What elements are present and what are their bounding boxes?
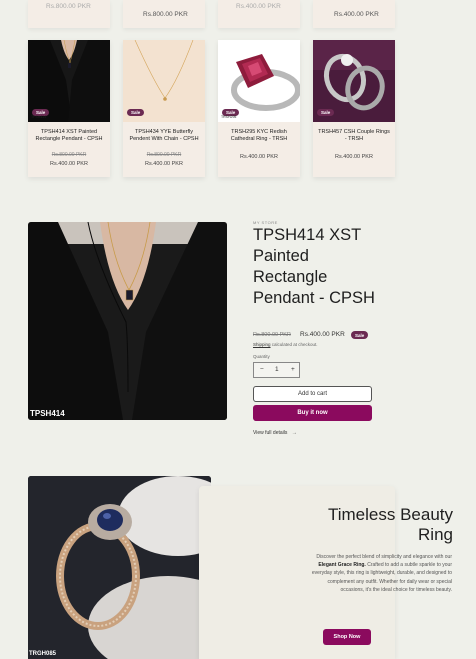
sale-badge: Sale xyxy=(317,109,335,116)
shipping-text: calculated at checkout. xyxy=(270,342,318,347)
banner-image: TRGH085 xyxy=(28,476,211,659)
view-details-link[interactable]: View full details → xyxy=(253,430,297,436)
product-code: TPSH414 xyxy=(31,115,47,119)
quantity-stepper[interactable]: − 1 + xyxy=(253,362,300,378)
product-card[interactable]: Sale TRSH295 TRSH295 KYC Redish Cathedra… xyxy=(218,40,300,177)
increase-button[interactable]: + xyxy=(291,366,295,373)
quantity-label: Quantity xyxy=(253,354,270,359)
banner-image-code: TRGH085 xyxy=(29,651,57,657)
decrease-button[interactable]: − xyxy=(260,366,264,373)
banner-description: Discover the perfect blend of simplicity… xyxy=(304,553,452,594)
banner-text-highlight: Elegant Grace Ring. xyxy=(318,562,366,569)
sale-badge: Sale xyxy=(127,109,145,116)
product-code: TRSH295 xyxy=(221,115,237,119)
product-title[interactable]: TRSH457 CSH Couple Rings - TRSH xyxy=(317,129,391,143)
product-image-code: TPSH414 xyxy=(30,409,65,418)
view-details-label: View full details xyxy=(253,430,288,436)
buy-now-button[interactable]: Buy it now xyxy=(253,405,372,421)
add-to-cart-button[interactable]: Add to cart xyxy=(253,386,372,402)
product-card[interactable]: Sale TPSH414 TPSH414 XST Painted Rectang… xyxy=(28,40,110,177)
product-old-price: Rs.800.00 PKR xyxy=(51,152,87,158)
product-price: Rs.400.00 PKR xyxy=(334,11,379,18)
product-card[interactable]: Sale TRSH457 CSH Couple Rings - TRSH Rs.… xyxy=(313,40,395,177)
sale-badge: Sale xyxy=(351,331,369,339)
product-title[interactable]: TPSH434 YYE Butterfly Pendent With Chain… xyxy=(127,129,201,143)
quantity-input[interactable]: 1 xyxy=(275,366,279,373)
arrow-right-icon: → xyxy=(291,430,297,436)
shop-now-button[interactable]: Shop Now xyxy=(323,629,371,645)
product-price: Rs.400.00 PKR xyxy=(50,161,88,167)
shipping-link[interactable]: Shipping xyxy=(253,342,271,347)
product-title[interactable]: TRSH295 KYC Redish Cathedral Ring - TRSH xyxy=(222,129,296,143)
product-price: Rs.400.00 PKR xyxy=(236,3,281,10)
current-price: Rs.400.00 PKR xyxy=(300,331,345,338)
banner-text-start: Discover the perfect blend of simplicity… xyxy=(316,554,452,560)
product-price: Rs.800.00 PKR xyxy=(143,11,188,18)
product-title[interactable]: TPSH414 XST Painted Rectangle Pendant - … xyxy=(32,129,106,143)
product-card[interactable]: Sale TPSH434 YYE Butterfly Pendent With … xyxy=(123,40,205,177)
product-price: Rs.800.00 PKR xyxy=(46,3,91,10)
banner-title: Timeless Beauty Ring xyxy=(327,505,453,544)
product-price: Rs.400.00 PKR xyxy=(240,154,278,160)
product-price: Rs.400.00 PKR xyxy=(335,154,373,160)
product-old-price: Rs.800.00 PKR xyxy=(146,152,182,158)
shipping-note: Shipping calculated at checkout. xyxy=(253,342,318,347)
product-price: Rs.400.00 PKR xyxy=(145,161,183,167)
main-product-image[interactable]: TPSH414 xyxy=(28,222,227,420)
old-price: Rs.800.00 PKR xyxy=(253,332,291,338)
product-title: TPSH414 XST Painted Rectangle Pendant - … xyxy=(253,226,375,307)
